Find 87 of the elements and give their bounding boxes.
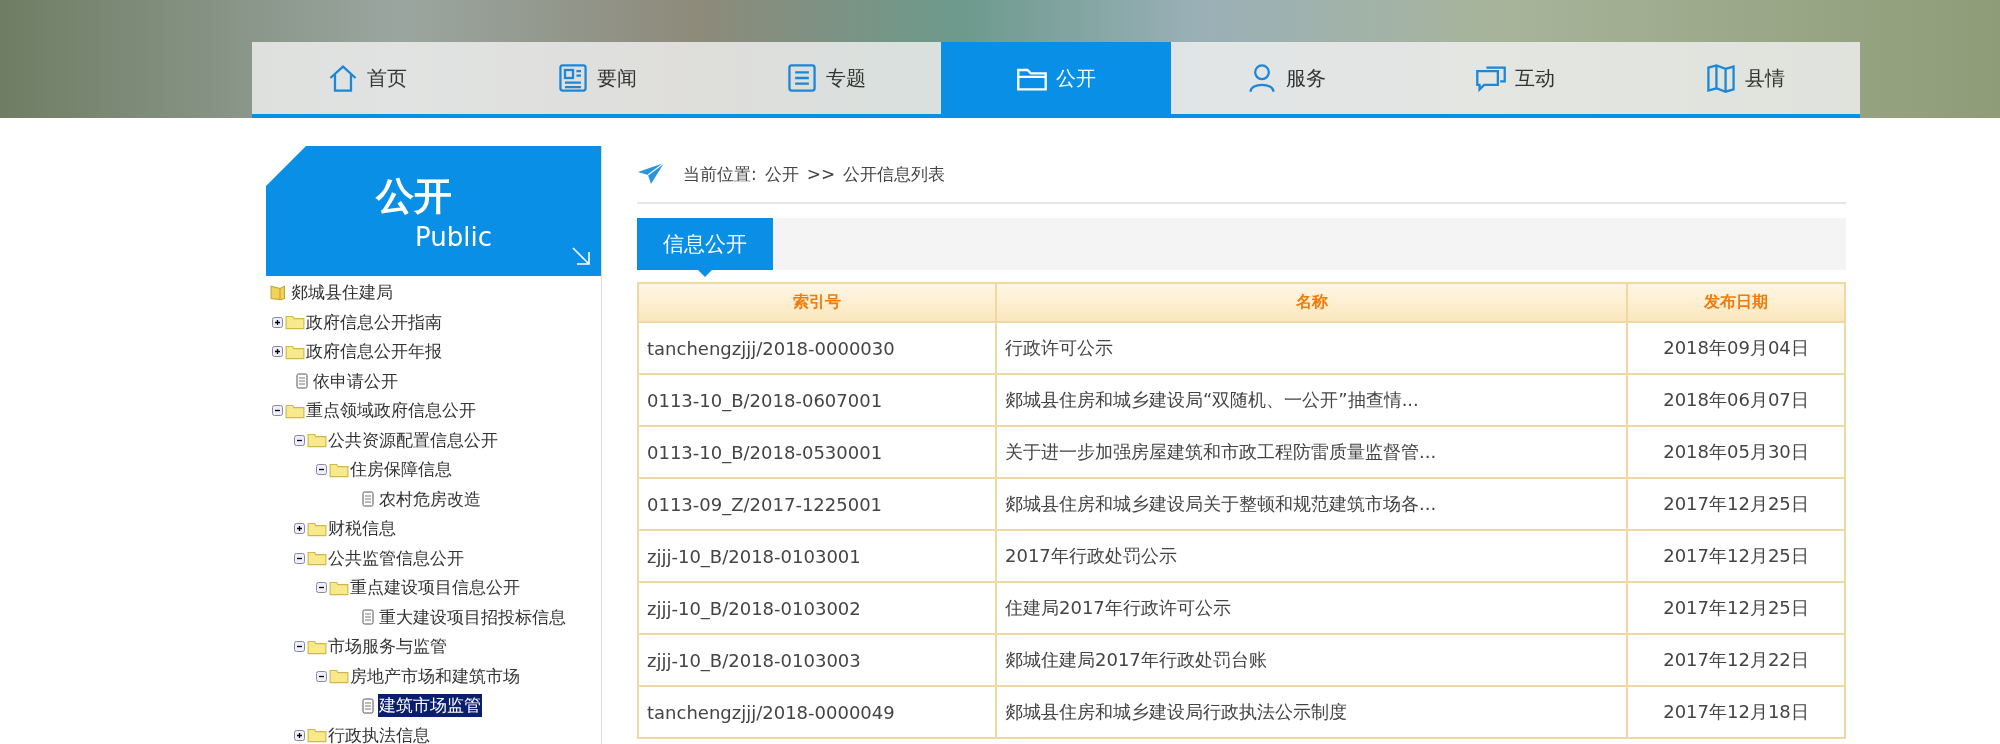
tree-item[interactable]: 住房保障信息	[349, 458, 453, 482]
tree-item[interactable]: 行政执法信息	[327, 723, 431, 744]
title-link[interactable]: 住建局2017年行政许可公示	[996, 582, 1627, 634]
expand-icon[interactable]	[294, 523, 305, 535]
map-icon	[1705, 62, 1738, 94]
tree-item[interactable]: 公共资源配置信息公开	[327, 428, 499, 452]
collapse-icon[interactable]	[294, 641, 305, 653]
folder-icon	[307, 432, 327, 449]
folder-icon	[307, 550, 327, 567]
table-cell: 2018年06月07日	[1627, 374, 1845, 426]
table-cell: zjjj-10_B/2018-0103003	[638, 634, 996, 686]
document-icon	[362, 609, 374, 626]
collapse-icon[interactable]	[316, 582, 327, 594]
table-cell: 0113-09_Z/2017-1225001	[638, 478, 996, 530]
tree-item[interactable]: 依申请公开	[312, 369, 399, 393]
nav-tab[interactable]: 服务	[1170, 42, 1401, 114]
title-link[interactable]: 郯城县住房和城乡建设局行政执法公示制度	[996, 686, 1627, 738]
nav-tab[interactable]: 要闻	[481, 42, 712, 114]
breadcrumb-link[interactable]: 公开信息列表	[843, 162, 946, 186]
folder-icon	[285, 343, 305, 360]
document-icon	[362, 491, 374, 508]
tree-item[interactable]: 公共监管信息公开	[327, 546, 465, 570]
title-link[interactable]: 郯城住建局2017年行政处罚台账	[996, 634, 1627, 686]
tree-item[interactable]: 财税信息	[327, 517, 397, 541]
nav-tab[interactable]: 县情	[1630, 42, 1861, 114]
breadcrumb-link[interactable]: 公开	[764, 162, 799, 186]
folder-icon	[307, 727, 327, 744]
column-header: 发布日期	[1627, 283, 1845, 322]
collapse-icon[interactable]	[316, 670, 327, 682]
tab-pointer-icon	[698, 270, 712, 277]
collapse-icon[interactable]	[294, 434, 305, 446]
tree-item[interactable]: 政府信息公开年报	[305, 340, 443, 364]
tree-item[interactable]: 政府信息公开指南	[305, 310, 443, 334]
title-link[interactable]: 郯城县住房和城乡建设局“双随机、一公开”抽查情...	[996, 374, 1627, 426]
table-cell: 0113-10_B/2018-0607001	[638, 374, 996, 426]
collapse-icon[interactable]	[272, 405, 283, 417]
collapse-icon[interactable]	[316, 464, 327, 476]
column-header: 名称	[996, 283, 1627, 322]
arrow-icon	[569, 244, 593, 268]
table-cell: zjjj-10_B/2018-0103001	[638, 530, 996, 582]
title-link[interactable]: 郯城县住房和城乡建设局关于整顿和规范建筑市场各...	[996, 478, 1627, 530]
table-cell: 2018年09月04日	[1627, 322, 1845, 374]
nav-tab[interactable]: 专题	[711, 42, 942, 114]
list-icon	[786, 62, 819, 94]
folder-icon	[285, 314, 305, 331]
expand-icon[interactable]	[294, 729, 305, 741]
table-cell: 2017年12月25日	[1627, 582, 1845, 634]
folder-icon	[307, 638, 327, 655]
table-cell: 2017年12月25日	[1627, 530, 1845, 582]
nav-tab[interactable]: 首页	[252, 42, 482, 114]
tree-item[interactable]: 重点领域政府信息公开	[305, 399, 477, 423]
folder-icon	[329, 668, 349, 685]
table-cell: 0113-10_B/2018-0530001	[638, 426, 996, 478]
table-cell: 2017年12月25日	[1627, 478, 1845, 530]
tree-item[interactable]: 房地产市场和建筑市场	[349, 664, 521, 688]
document-icon	[296, 373, 308, 390]
sidebar-subtitle: Public	[415, 221, 492, 252]
tree-item[interactable]: 农村危房改造	[378, 487, 482, 511]
table-cell: tanchengzjjj/2018-0000030	[638, 322, 996, 374]
breadcrumb-label: 当前位置:	[683, 162, 757, 186]
sidebar-title: 公开	[375, 172, 452, 220]
title-link[interactable]: 行政许可公示	[996, 322, 1627, 374]
title-link[interactable]: 2017年行政处罚公示	[996, 530, 1627, 582]
tree-item[interactable]: 建筑市场监管	[378, 694, 482, 718]
table-cell: tanchengzjjj/2018-0000049	[638, 686, 996, 738]
paper-plane-icon	[637, 162, 665, 186]
newspaper-icon	[556, 62, 589, 94]
table-cell: 2017年12月18日	[1627, 686, 1845, 738]
folder-icon	[329, 579, 349, 596]
nav-tab[interactable]: 互动	[1400, 42, 1631, 114]
tree-item[interactable]: 市场服务与监管	[327, 635, 448, 659]
table-cell: 2018年05月30日	[1627, 426, 1845, 478]
expand-icon[interactable]	[272, 316, 283, 328]
tree-item[interactable]: 郯城县住建局	[290, 281, 394, 305]
folder-icon	[329, 461, 349, 478]
table-cell: 2017年12月22日	[1627, 634, 1845, 686]
tree-item[interactable]: 重大建设项目招投标信息	[378, 605, 567, 629]
document-icon	[362, 697, 374, 714]
table-cell: zjjj-10_B/2018-0103002	[638, 582, 996, 634]
expand-icon[interactable]	[272, 346, 283, 358]
folder-icon	[285, 402, 305, 419]
collapse-icon[interactable]	[294, 552, 305, 564]
title-link[interactable]: 关于进一步加强房屋建筑和市政工程防雷质量监督管...	[996, 426, 1627, 478]
tree-item[interactable]: 重点建设项目信息公开	[349, 576, 521, 600]
column-header: 索引号	[638, 283, 996, 322]
breadcrumb-separator: >>	[806, 164, 836, 184]
folder-icon	[307, 520, 327, 537]
